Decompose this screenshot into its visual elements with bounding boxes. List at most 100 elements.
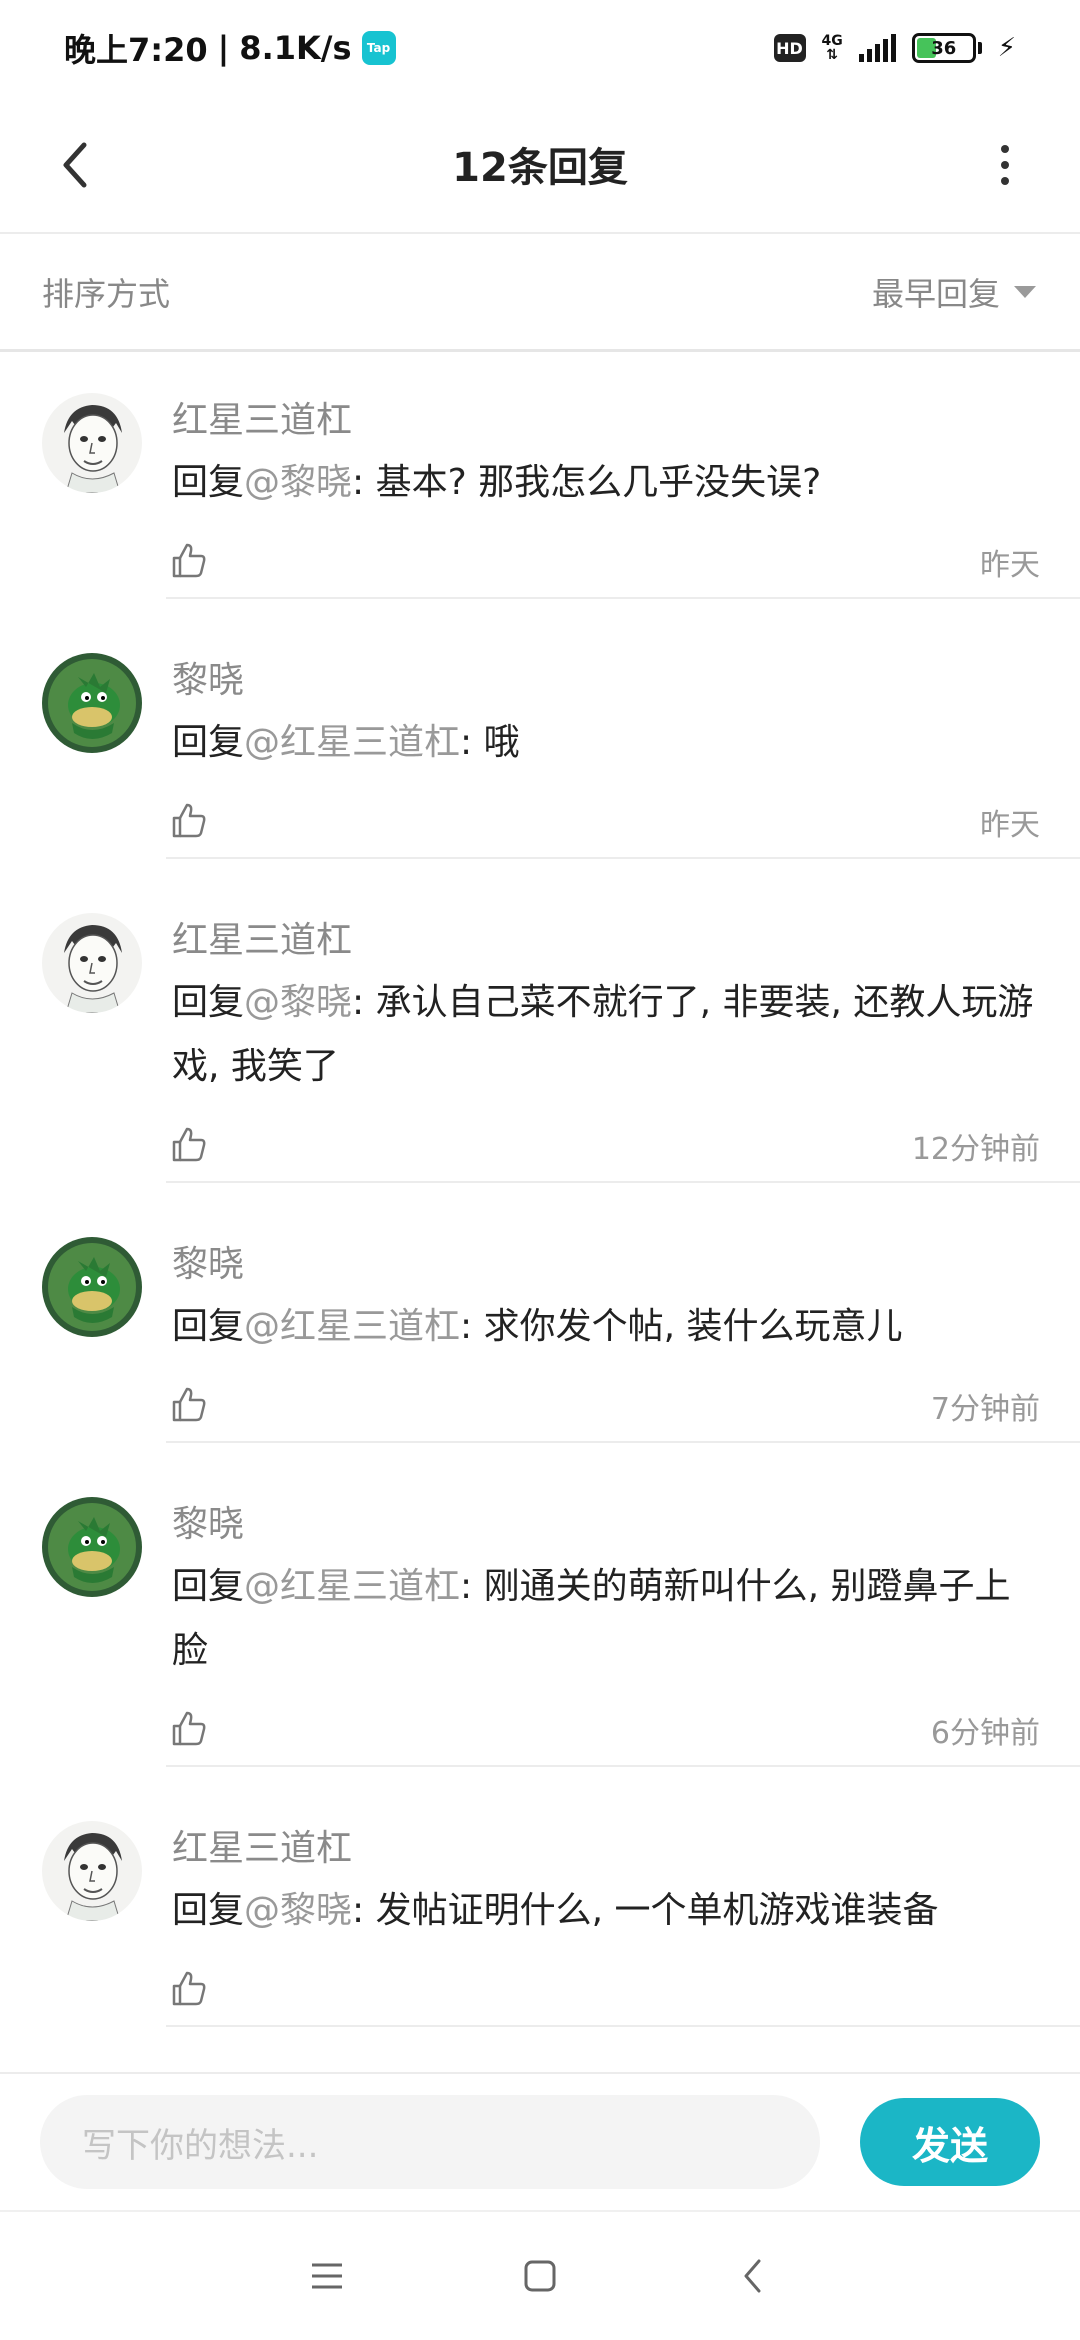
reply-meta: 6分钟前	[172, 1695, 1040, 1765]
divider	[166, 1441, 1080, 1443]
thumbs-up-icon	[168, 1384, 208, 1428]
data-arrows-icon: ⇅	[826, 47, 838, 63]
reply-prefix: 回复	[172, 1890, 245, 1931]
clock: 晚上7:20	[64, 31, 208, 69]
reply-list[interactable]: 红星三道杠 回复@黎晓: 基本? 那我怎么几乎没失误? 昨天 黎晓 回复@红星三道杠: …	[0, 355, 1080, 2071]
mention-link[interactable]: @红星三道杠	[244, 722, 460, 763]
reply-content: 求你发个帖, 装什么玩意儿	[483, 1306, 903, 1347]
reply-username[interactable]: 红星三道杠	[172, 1825, 1040, 1873]
reply-prefix: 回复	[172, 982, 245, 1023]
avatar[interactable]	[42, 1497, 142, 1597]
nav-back-button[interactable]	[713, 2236, 793, 2316]
reply-separator: :	[352, 982, 376, 1023]
reply-item[interactable]: 红星三道杠回复@黎晓: 基本? 那我怎么几乎没失误? 昨天	[0, 355, 1080, 599]
reply-separator: :	[460, 722, 484, 763]
sort-dropdown[interactable]: 最早回复	[872, 269, 1036, 315]
mention-link[interactable]: @红星三道杠	[244, 1306, 460, 1347]
page-title: 12条回复	[452, 145, 628, 191]
avatar[interactable]	[42, 653, 142, 753]
network-speed: 8.1K/s	[239, 29, 352, 67]
reply-meta: 12分钟前	[172, 1111, 1040, 1181]
reply-meta: 7分钟前	[172, 1371, 1040, 1441]
avatar[interactable]	[42, 1821, 142, 1921]
composer-bar: 写下你的想法... 发送	[0, 2072, 1080, 2210]
avatar[interactable]	[42, 1237, 142, 1337]
reply-username[interactable]: 黎晓	[172, 1241, 1040, 1289]
reply-content: 基本? 那我怎么几乎没失误?	[375, 462, 822, 503]
reply-content: 哦	[483, 722, 520, 763]
sort-selected: 最早回复	[871, 274, 1000, 313]
status-left: 晚上7:20 | 8.1K/s Tap	[64, 25, 396, 71]
system-nav-bar	[0, 2210, 1080, 2340]
like-button[interactable]	[166, 800, 210, 844]
like-button[interactable]	[166, 1708, 210, 1752]
reply-body: 红星三道杠回复@黎晓: 发帖证明什么, 一个单机游戏谁装备	[172, 1783, 1080, 2025]
reply-prefix: 回复	[172, 1306, 245, 1347]
reply-meta: 昨天	[172, 527, 1040, 597]
nav-home-button[interactable]	[500, 2236, 580, 2316]
menu-icon	[311, 2263, 342, 2289]
reply-username[interactable]: 红星三道杠	[172, 397, 1040, 445]
battery-icon: 36	[911, 33, 982, 63]
send-button[interactable]: 发送	[860, 2098, 1040, 2186]
nav-menu-button[interactable]	[287, 2236, 367, 2316]
status-right: HD 4G ⇅ 36 ⚡	[773, 33, 1016, 63]
avatar[interactable]	[42, 913, 142, 1013]
hd-icon: HD	[773, 34, 806, 62]
reply-separator: :	[460, 1306, 484, 1347]
screen: 晚上7:20 | 8.1K/s Tap HD 4G ⇅ 36 ⚡ 12条回复 排…	[0, 0, 1080, 2340]
reply-prefix: 回复	[172, 1566, 245, 1607]
reply-item[interactable]: 红星三道杠回复@黎晓: 发帖证明什么, 一个单机游戏谁装备	[0, 1783, 1080, 2027]
caret-down-icon	[1014, 285, 1036, 298]
reply-meta: 昨天	[172, 787, 1040, 857]
more-options-button[interactable]	[970, 130, 1040, 200]
reply-prefix: 回复	[172, 722, 245, 763]
home-square-icon	[524, 2260, 556, 2292]
reply-time: 12分钟前	[911, 1132, 1040, 1167]
mention-link[interactable]: @红星三道杠	[244, 1566, 460, 1607]
like-button[interactable]	[166, 1384, 210, 1428]
like-button[interactable]	[166, 540, 210, 584]
back-triangle-icon	[744, 2259, 761, 2293]
reply-body: 红星三道杠回复@黎晓: 基本? 那我怎么几乎没失误? 昨天	[172, 355, 1080, 597]
divider	[166, 1765, 1080, 1767]
thumbs-up-icon	[168, 1124, 208, 1168]
reply-separator: :	[352, 462, 376, 503]
reply-time: 昨天	[980, 548, 1040, 583]
tap-app-icon: Tap	[361, 31, 396, 65]
reply-text: 回复@黎晓: 基本? 那我怎么几乎没失误?	[172, 451, 1040, 515]
reply-text: 回复@黎晓: 发帖证明什么, 一个单机游戏谁装备	[172, 1879, 1040, 1943]
reply-item[interactable]: 红星三道杠 回复@黎晓: 承认自己菜不就行了, 非要装, 还教人玩游戏, 我笑了 1…	[0, 875, 1080, 1183]
network-type: 4G ⇅	[822, 34, 843, 62]
reply-item[interactable]: 黎晓回复@红星三道杠: 求你发个帖, 装什么玩意儿 7分钟前	[0, 1199, 1080, 1443]
reply-content: 发帖证明什么, 一个单机游戏谁装备	[375, 1890, 939, 1931]
back-button[interactable]	[40, 130, 110, 200]
divider	[166, 2025, 1080, 2027]
reply-username[interactable]: 黎晓	[172, 657, 1040, 705]
reply-body: 黎晓 回复@红星三道杠: 刚通关的萌新叫什么, 别蹬鼻子上脸 6分钟前	[172, 1459, 1080, 1765]
network-type-label: 4G	[821, 33, 843, 49]
charging-icon: ⚡	[997, 33, 1016, 63]
mention-link[interactable]: @黎晓	[244, 982, 352, 1023]
mention-link[interactable]: @黎晓	[244, 462, 352, 503]
reply-item[interactable]: 黎晓回复@红星三道杠: 哦昨天	[0, 615, 1080, 859]
thumbs-up-icon	[168, 800, 208, 844]
reply-separator: :	[352, 1890, 376, 1931]
signal-icon	[858, 34, 896, 62]
avatar[interactable]	[42, 393, 142, 493]
more-vertical-icon	[1001, 145, 1009, 185]
like-button[interactable]	[166, 1968, 210, 2012]
reply-time: 昨天	[980, 808, 1040, 843]
reply-body: 黎晓回复@红星三道杠: 哦昨天	[172, 615, 1080, 857]
reply-time: 6分钟前	[930, 1716, 1040, 1751]
like-button[interactable]	[166, 1124, 210, 1168]
reply-username[interactable]: 红星三道杠	[172, 917, 1040, 965]
comment-input[interactable]: 写下你的想法...	[40, 2095, 820, 2189]
mention-link[interactable]: @黎晓	[244, 1890, 352, 1931]
status-separator: |	[217, 29, 230, 67]
thumbs-up-icon	[168, 1708, 208, 1752]
reply-username[interactable]: 黎晓	[172, 1501, 1040, 1549]
reply-item[interactable]: 黎晓 回复@红星三道杠: 刚通关的萌新叫什么, 别蹬鼻子上脸 6分钟前	[0, 1459, 1080, 1767]
reply-body: 红星三道杠 回复@黎晓: 承认自己菜不就行了, 非要装, 还教人玩游戏, 我笑了 1…	[172, 875, 1080, 1181]
reply-text: 回复@红星三道杠: 求你发个帖, 装什么玩意儿	[172, 1295, 1040, 1359]
